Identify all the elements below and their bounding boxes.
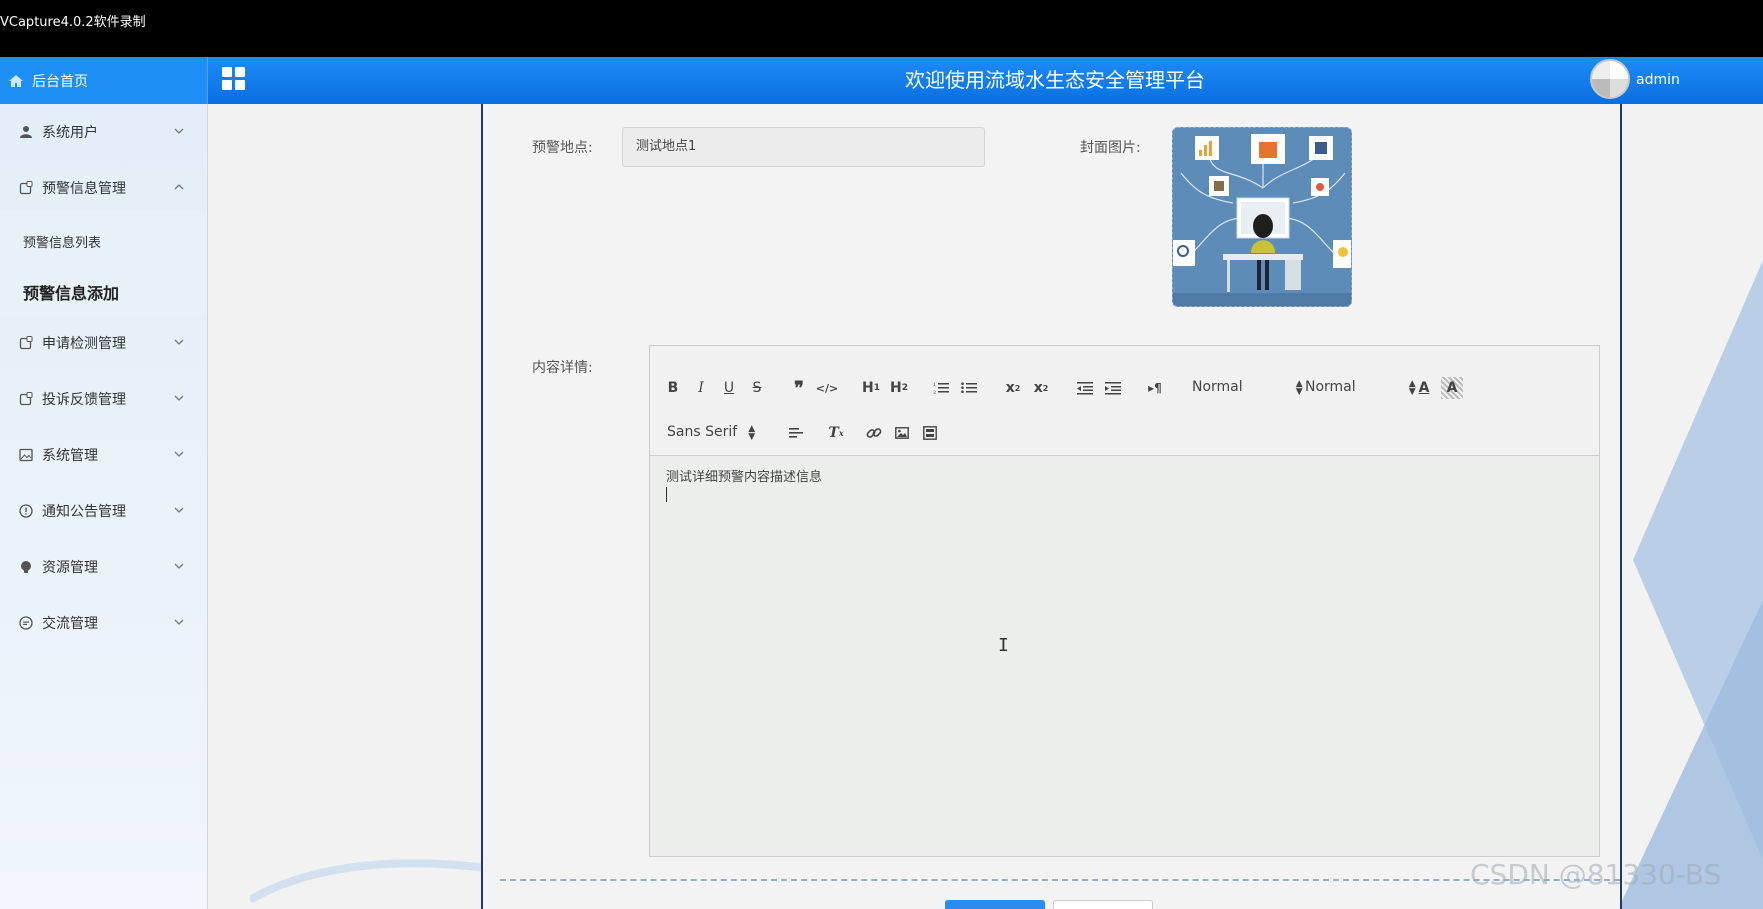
home-label: 后台首页 — [32, 73, 88, 90]
chat-icon — [18, 615, 34, 631]
watermark: CSDN @81330-BS — [1470, 858, 1722, 891]
link-icon[interactable] — [863, 422, 885, 444]
chevron-down-icon — [174, 619, 184, 625]
sidebar-item-label: 通知公告管理 — [42, 504, 126, 520]
recorder-title: VCapture4.0.2软件录制 — [0, 15, 146, 30]
bold-icon[interactable]: B — [662, 377, 684, 399]
text-direction-icon[interactable]: ▸¶ — [1144, 377, 1166, 399]
home-icon — [8, 73, 24, 89]
outdent-icon[interactable] — [1074, 377, 1096, 399]
cover-illustration-image — [1173, 128, 1351, 306]
picker-arrows-icon: ▲ ▼ — [748, 424, 756, 442]
user-icon — [18, 124, 34, 140]
chevron-down-icon — [174, 563, 184, 569]
top-header: 后台首页 欢迎使用流域水生态安全管理平台 admin — [0, 57, 1763, 104]
chevron-down-icon — [174, 128, 184, 134]
align-left-icon[interactable] — [785, 422, 807, 444]
video-insert-icon[interactable] — [919, 422, 941, 444]
picker-arrows-icon: ▲ ▼ — [1295, 379, 1303, 397]
sidebar-item-system-users[interactable]: 系统用户 — [0, 106, 207, 158]
sidebar-item-communication-management[interactable]: 交流管理 — [0, 597, 207, 649]
font-picker[interactable]: Sans Serif ▲ ▼ — [667, 424, 755, 442]
submenu-item-warning-add[interactable]: 预警信息添加 — [0, 280, 119, 304]
sidebar-item-detection-management[interactable]: 申请检测管理 — [0, 317, 207, 369]
location-label: 预警地点: — [532, 140, 593, 156]
subscript-icon[interactable]: x2 — [1002, 377, 1024, 399]
submenu-item-warning-list[interactable]: 预警信息列表 — [0, 232, 101, 251]
mouse-cursor-icon: I — [998, 635, 1009, 656]
heading1-icon[interactable]: H1 — [860, 377, 882, 399]
font-picker-value: Sans Serif — [667, 424, 738, 440]
header-picker[interactable]: Normal ▲ ▼ — [1192, 379, 1303, 397]
document-icon — [18, 180, 34, 196]
page-title: 欢迎使用流域水生态安全管理平台 — [905, 68, 1205, 92]
size-picker-value: Normal — [1305, 379, 1356, 395]
sidebar-item-label: 申请检测管理 — [42, 336, 126, 352]
heading2-icon[interactable]: H2 — [888, 377, 910, 399]
chevron-up-icon — [174, 184, 184, 190]
sidebar-item-notice-management[interactable]: 通知公告管理 — [0, 485, 207, 537]
cancel-button[interactable] — [1053, 900, 1153, 909]
recorder-bar: VCapture4.0.2软件录制 — [0, 0, 1763, 57]
svg-text:1: 1 — [933, 382, 936, 388]
sidebar-item-system-management[interactable]: 系统管理 — [0, 429, 207, 481]
image-icon — [18, 447, 34, 463]
content-label: 内容详情: — [532, 360, 593, 376]
italic-icon[interactable]: I — [690, 377, 712, 399]
size-picker[interactable]: Normal ▲ ▼ — [1305, 379, 1416, 397]
strikethrough-icon[interactable]: S — [746, 377, 768, 399]
editor-toolbar: B I U S ❞ </> H1 H2 12 x2 x2 ▸¶ Normal ▲… — [650, 346, 1599, 456]
sidebar-item-label: 系统用户 — [42, 125, 98, 141]
grid-menu-icon[interactable] — [222, 67, 246, 91]
sidebar-item-label: 交流管理 — [42, 616, 98, 632]
sidebar-item-label: 预警信息管理 — [42, 181, 126, 197]
divider — [500, 879, 1620, 881]
sidebar-item-warning-management[interactable]: 预警信息管理 — [0, 162, 207, 214]
home-tab[interactable]: 后台首页 — [0, 57, 208, 104]
clear-format-icon[interactable]: Tx — [825, 422, 847, 444]
location-input[interactable]: 测试地点1 — [622, 127, 985, 167]
info-icon — [18, 503, 34, 519]
sidebar-item-label: 系统管理 — [42, 448, 98, 464]
bullet-list-icon[interactable] — [958, 377, 980, 399]
blockquote-icon[interactable]: ❞ — [788, 377, 810, 399]
code-block-icon[interactable]: </> — [816, 377, 838, 399]
editor-content[interactable]: 测试详细预警内容描述信息 — [666, 466, 822, 485]
bulb-icon — [18, 559, 34, 575]
sidebar-item-complaint-management[interactable]: 投诉反馈管理 — [0, 373, 207, 425]
rich-text-editor: B I U S ❞ </> H1 H2 12 x2 x2 ▸¶ Normal ▲… — [649, 345, 1600, 857]
ordered-list-icon[interactable]: 12 — [930, 377, 952, 399]
indent-icon[interactable] — [1102, 377, 1124, 399]
cover-label: 封面图片: — [1080, 140, 1141, 156]
sidebar-item-label: 资源管理 — [42, 560, 98, 576]
header-picker-value: Normal — [1192, 379, 1243, 395]
avatar[interactable] — [1590, 59, 1630, 99]
document-icon — [18, 335, 34, 351]
chevron-down-icon — [174, 395, 184, 401]
underline-icon[interactable]: U — [718, 377, 740, 399]
username[interactable]: admin — [1636, 57, 1680, 104]
sidebar-item-label: 投诉反馈管理 — [42, 392, 126, 408]
chevron-down-icon — [174, 339, 184, 345]
svg-text:2: 2 — [933, 390, 936, 395]
background-color-icon[interactable]: A — [1441, 377, 1463, 399]
chevron-down-icon — [174, 507, 184, 513]
submit-button[interactable] — [945, 900, 1045, 909]
chevron-down-icon — [174, 451, 184, 457]
document-icon — [18, 391, 34, 407]
sidebar-item-resource-management[interactable]: 资源管理 — [0, 541, 207, 593]
cover-image-uploader[interactable] — [1172, 127, 1352, 307]
text-caret — [666, 487, 667, 502]
font-color-icon[interactable]: A — [1413, 377, 1435, 399]
superscript-icon[interactable]: x2 — [1030, 377, 1052, 399]
image-insert-icon[interactable] — [891, 422, 913, 444]
